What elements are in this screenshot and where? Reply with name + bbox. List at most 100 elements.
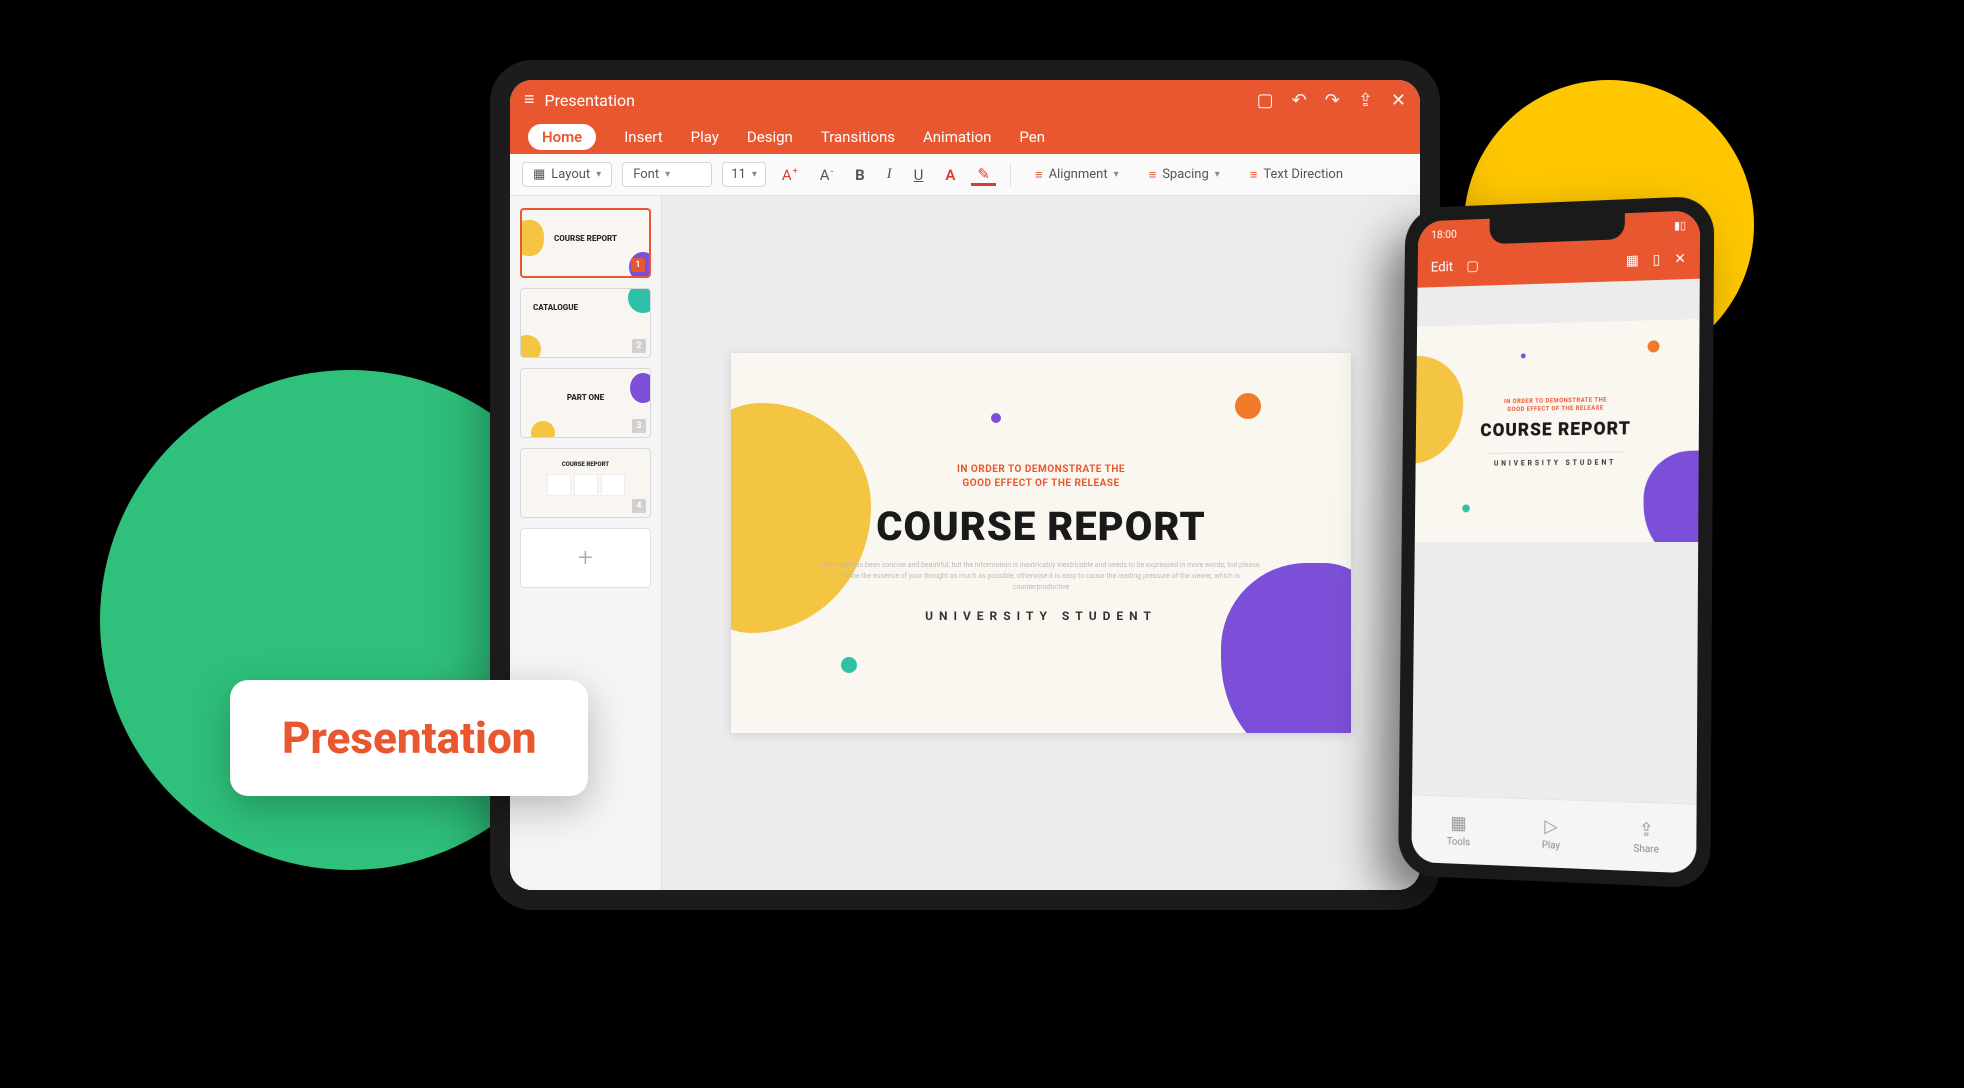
undo-icon[interactable]: ↶: [1292, 90, 1307, 111]
chevron-down-icon: ▾: [1114, 169, 1119, 180]
font-dropdown[interactable]: Font ▾: [622, 162, 712, 187]
toolbar-divider: [1010, 164, 1011, 186]
text-direction-label: Text Direction: [1263, 167, 1343, 182]
hamburger-icon[interactable]: ≡: [524, 91, 535, 109]
phone-frame: 18:00 ⋰ ▮▯ Edit ▢ ▦ ▯ ✕ IN ORDER TO DEMO: [1398, 196, 1714, 889]
subtitle-line: GOOD EFFECT OF THE RELEASE: [957, 477, 1125, 491]
tab-home[interactable]: Home: [528, 124, 596, 150]
tab-animation[interactable]: Animation: [923, 128, 991, 146]
play-icon: ▷: [1544, 816, 1558, 838]
thumb-number: 4: [632, 499, 646, 513]
alignment-label: Alignment: [1049, 167, 1108, 182]
share-button[interactable]: ⇪ Share: [1633, 819, 1659, 856]
tab-transitions[interactable]: Transitions: [821, 128, 895, 146]
spacing-dropdown[interactable]: ≡ Spacing ▾: [1139, 163, 1230, 187]
formatting-toolbar: ▦ Layout ▾ Font ▾ 11 ▾ A+ A- B I U A ✎ ≡…: [510, 154, 1420, 196]
slide-thumb[interactable]: COURSE REPORT 4: [520, 448, 651, 518]
layout-dropdown[interactable]: ▦ Layout ▾: [522, 162, 612, 187]
grid-icon[interactable]: ▦: [1626, 253, 1639, 269]
subtitle-line: IN ORDER TO DEMONSTRATE THE: [957, 463, 1125, 477]
thumb-title: CATALOGUE: [533, 303, 644, 312]
italic-button[interactable]: I: [881, 164, 898, 185]
clipboard-icon[interactable]: ▢: [1466, 258, 1479, 274]
tab-play[interactable]: Play: [691, 128, 719, 146]
chevron-down-icon: ▾: [596, 169, 601, 180]
tab-pen[interactable]: Pen: [1019, 128, 1045, 146]
redo-icon[interactable]: ↷: [1325, 90, 1340, 111]
phone-canvas: IN ORDER TO DEMONSTRATE THE GOOD EFFECT …: [1412, 279, 1700, 804]
layout-grid-icon: ▦: [533, 167, 545, 182]
tablet-doc-title: Presentation: [545, 91, 635, 110]
clipboard-icon[interactable]: ▢: [1257, 90, 1274, 111]
slide-thumb[interactable]: CATALOGUE 2: [520, 288, 651, 358]
slide-stage: IN ORDER TO DEMONSTRATE THE GOOD EFFECT …: [662, 196, 1420, 890]
slide-text: IN ORDER TO DEMONSTRATE THE GOOD EFFECT …: [731, 353, 1351, 733]
layout-label: Layout: [551, 167, 590, 182]
play-button[interactable]: ▷ Play: [1542, 816, 1561, 852]
presentation-tag: Presentation: [230, 680, 588, 796]
phone-notch: [1489, 213, 1624, 244]
page-icon[interactable]: ▯: [1653, 252, 1661, 268]
alignment-dropdown[interactable]: ≡ Alignment ▾: [1025, 163, 1129, 187]
tablet-titlebar: ≡ Presentation ▢ ↶ ↷ ⇪ ✕: [510, 80, 1420, 120]
text-direction-dropdown[interactable]: ≡ Text Direction: [1240, 163, 1353, 187]
tablet-frame: ≡ Presentation ▢ ↶ ↷ ⇪ ✕ Home Insert Pla…: [490, 60, 1440, 910]
divider: [1487, 452, 1623, 454]
tab-design[interactable]: Design: [747, 128, 793, 146]
chevron-down-icon: ▾: [665, 169, 670, 180]
spacing-icon: ≡: [1149, 167, 1157, 183]
align-icon: ≡: [1035, 167, 1043, 183]
main-slide[interactable]: IN ORDER TO DEMONSTRATE THE GOOD EFFECT …: [731, 353, 1351, 733]
thumb-number: 3: [632, 419, 646, 433]
font-label: Font: [633, 167, 659, 182]
close-icon[interactable]: ✕: [1674, 251, 1686, 267]
tools-icon: ▦: [1450, 813, 1466, 835]
spacing-label: Spacing: [1162, 167, 1209, 182]
text-direction-icon: ≡: [1250, 167, 1258, 183]
edit-button[interactable]: Edit: [1431, 259, 1453, 275]
chevron-down-icon: ▾: [1215, 169, 1220, 180]
phone-screen: 18:00 ⋰ ▮▯ Edit ▢ ▦ ▯ ✕ IN ORDER TO DEMO: [1411, 210, 1700, 873]
slide-subtitle: IN ORDER TO DEMONSTRATE THE GOOD EFFECT …: [957, 463, 1125, 491]
font-size-value: 11: [731, 167, 746, 182]
dot-teal: [1462, 504, 1470, 512]
phone-slide-subtitle: IN ORDER TO DEMONSTRATE THE GOOD EFFECT …: [1504, 396, 1607, 414]
slide-footer: UNIVERSITY STUDENT: [925, 609, 1157, 623]
thumb-title: COURSE REPORT: [528, 234, 643, 243]
slide-body: Your text has been concise and beautiful…: [821, 560, 1261, 594]
add-slide-button[interactable]: +: [520, 528, 651, 588]
phone-slide-footer: UNIVERSITY STUDENT: [1494, 459, 1616, 468]
play-label: Play: [1542, 840, 1560, 852]
tools-button[interactable]: ▦ Tools: [1447, 813, 1471, 849]
tab-insert[interactable]: Insert: [624, 128, 662, 146]
editor-content: COURSE REPORT 1 CATALOGUE 2 PART ONE 3 C…: [510, 196, 1420, 890]
chevron-down-icon: ▾: [752, 169, 757, 180]
phone-bottom-bar: ▦ Tools ▷ Play ⇪ Share: [1411, 794, 1696, 873]
phone-slide-title: COURSE REPORT: [1480, 419, 1631, 442]
bold-button[interactable]: B: [849, 164, 871, 186]
tablet-screen: ≡ Presentation ▢ ↶ ↷ ⇪ ✕ Home Insert Pla…: [510, 80, 1420, 890]
slide-thumb[interactable]: COURSE REPORT 1: [520, 208, 651, 278]
decrease-font-button[interactable]: A-: [814, 164, 839, 186]
ribbon-tabs: Home Insert Play Design Transitions Anim…: [510, 120, 1420, 154]
share-label: Share: [1633, 843, 1659, 855]
battery-icon: ▮▯: [1674, 218, 1686, 232]
thumb-title: PART ONE: [527, 393, 644, 402]
status-time: 18:00: [1431, 227, 1457, 241]
tools-label: Tools: [1447, 836, 1470, 848]
share-icon: ⇪: [1639, 819, 1654, 841]
share-icon[interactable]: ⇪: [1358, 90, 1373, 111]
slide-thumb[interactable]: PART ONE 3: [520, 368, 651, 438]
close-icon[interactable]: ✕: [1391, 90, 1406, 111]
slide-title: COURSE REPORT: [876, 503, 1205, 550]
thumb-title: COURSE REPORT: [527, 461, 644, 468]
phone-slide[interactable]: IN ORDER TO DEMONSTRATE THE GOOD EFFECT …: [1415, 319, 1700, 542]
increase-font-button[interactable]: A+: [776, 164, 804, 186]
underline-button[interactable]: U: [908, 164, 930, 186]
subtitle-line: GOOD EFFECT OF THE RELEASE: [1504, 405, 1607, 415]
thumb-number: 2: [632, 339, 646, 353]
thumb-number: 1: [631, 258, 645, 272]
font-size-dropdown[interactable]: 11 ▾: [722, 162, 766, 187]
highlight-button[interactable]: ✎: [971, 163, 996, 186]
font-color-button[interactable]: A: [939, 164, 961, 186]
